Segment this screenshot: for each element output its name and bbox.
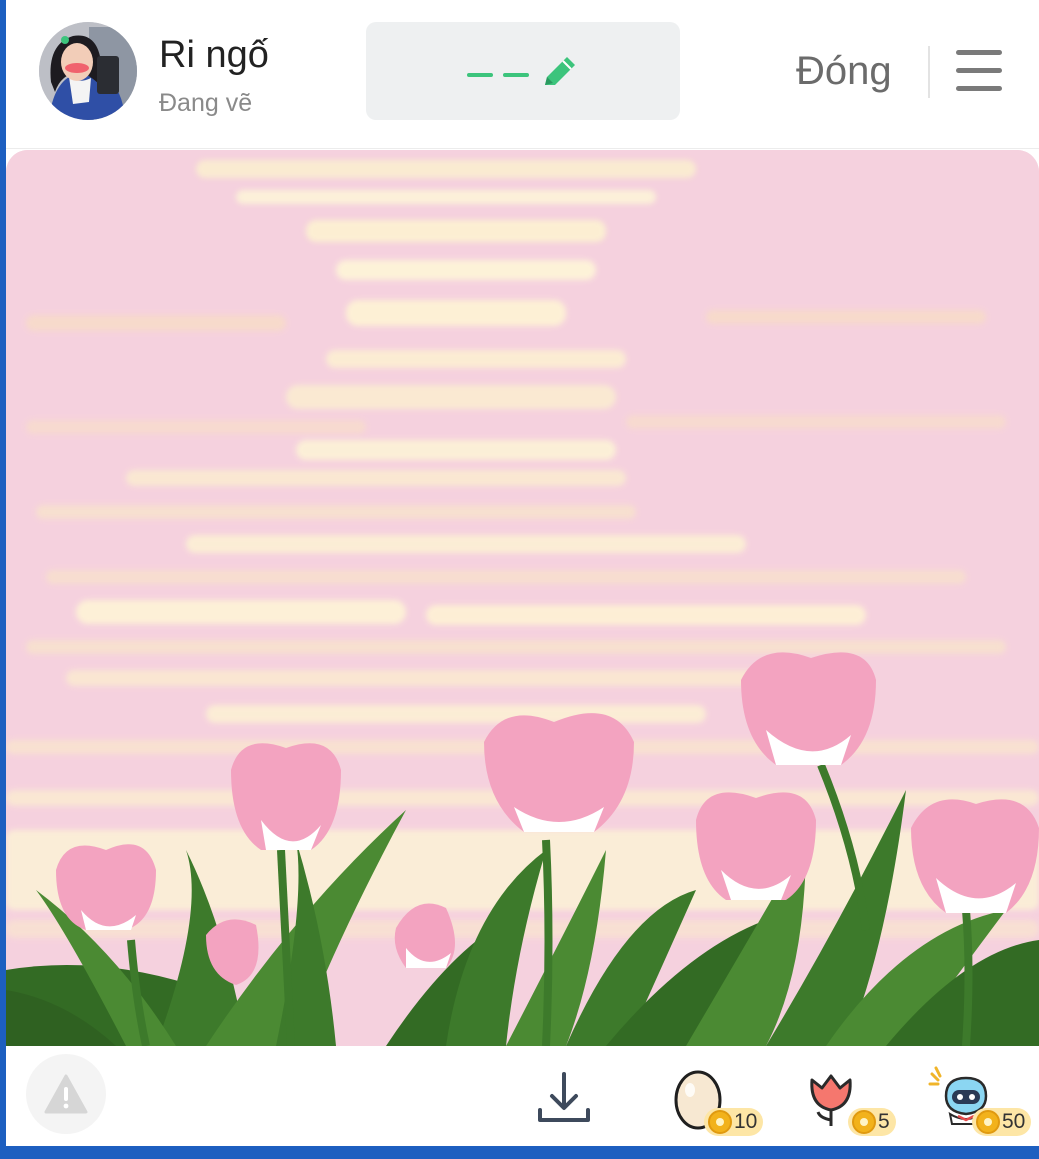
warning-triangle	[44, 1074, 88, 1114]
warning-icon[interactable]	[26, 1054, 106, 1134]
user-name[interactable]: Ri ngố	[159, 34, 269, 77]
drawing-canvas[interactable]	[6, 150, 1039, 1046]
coin-icon	[708, 1110, 732, 1134]
gift-egg-button[interactable]: 10	[666, 1062, 766, 1142]
download-icon[interactable]	[536, 1070, 592, 1126]
user-status: Đang vẽ	[159, 89, 253, 117]
coin-icon	[976, 1110, 1000, 1134]
gift-robot-button[interactable]: 50	[926, 1062, 1039, 1142]
tulip-drawing	[6, 150, 1039, 1046]
gift-price-badge: 5	[848, 1108, 896, 1136]
viewer-header: Ri ngố Đang vẽ Đóng	[6, 0, 1039, 149]
coin-icon	[852, 1110, 876, 1134]
close-button[interactable]: Đóng	[796, 49, 892, 94]
viewer-footer: 10 5 50	[6, 1046, 1039, 1146]
hamburger-icon[interactable]	[956, 50, 1002, 92]
drawing-viewer: Ri ngố Đang vẽ Đóng 10 5 50	[6, 0, 1039, 1146]
gift-price: 5	[878, 1110, 890, 1133]
download-arrow	[538, 1072, 590, 1122]
header-divider	[928, 46, 930, 98]
pencil-icon	[467, 57, 575, 85]
gift-tulip-button[interactable]: 5	[802, 1062, 902, 1142]
gift-price: 50	[1002, 1110, 1026, 1133]
drawing-status-pill	[366, 22, 680, 120]
gift-price-badge: 50	[972, 1108, 1032, 1136]
avatar-photo	[39, 22, 137, 120]
avatar[interactable]	[39, 22, 137, 120]
gift-price: 10	[734, 1110, 758, 1133]
gift-price-badge: 10	[704, 1108, 764, 1136]
